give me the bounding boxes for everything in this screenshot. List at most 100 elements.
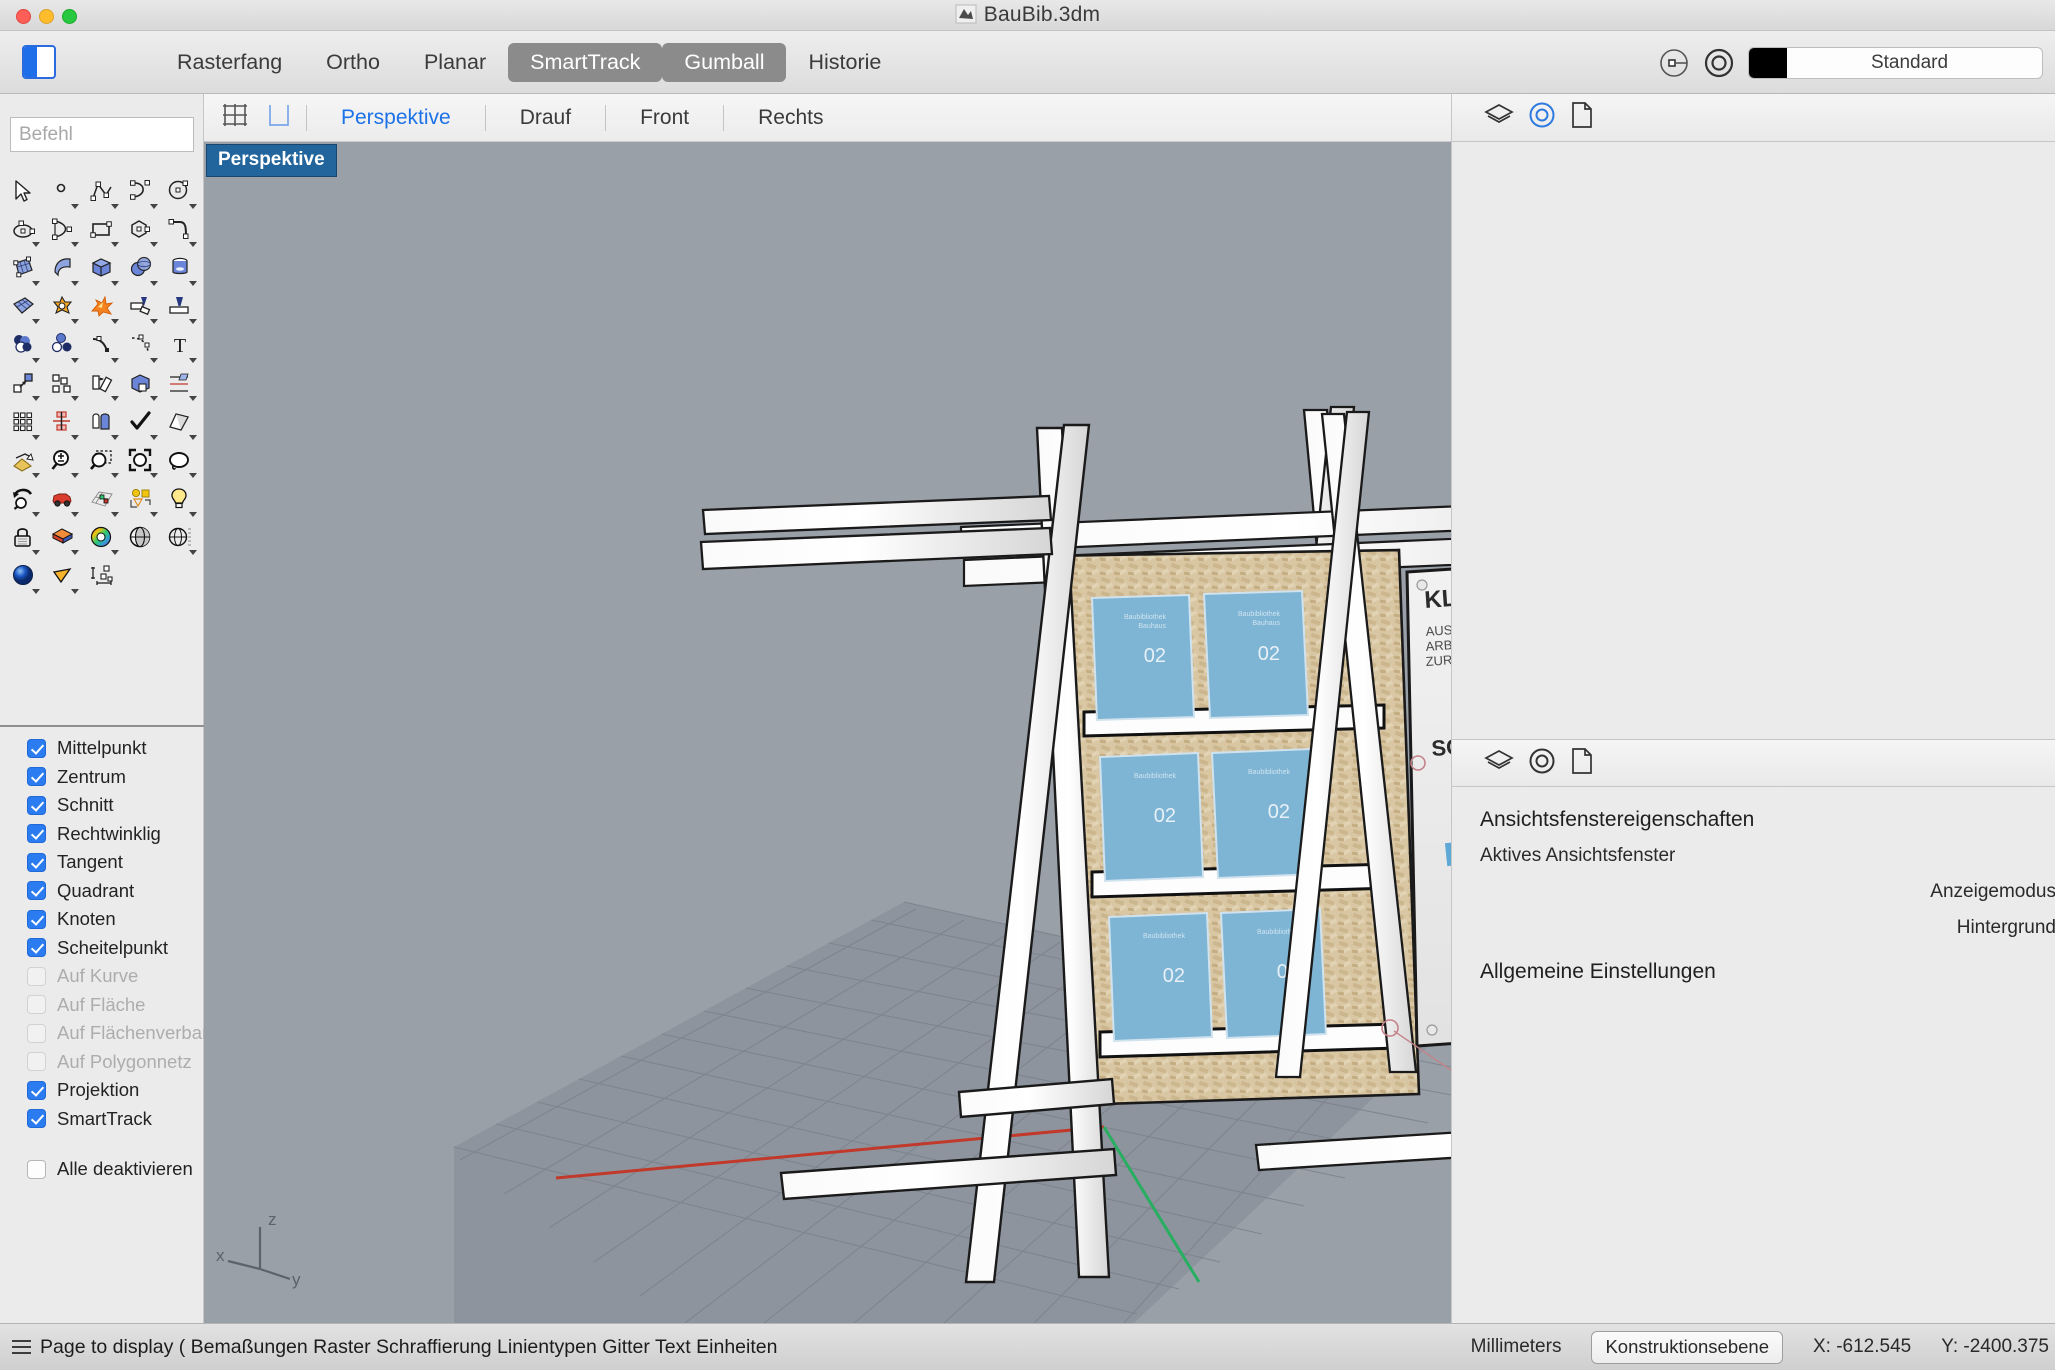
select-arrow-icon[interactable]	[4, 172, 43, 211]
osnap-checkbox[interactable]	[27, 1052, 46, 1072]
circle-icon[interactable]	[161, 172, 200, 211]
box-edit-icon[interactable]	[122, 365, 161, 404]
toolbar-item-ortho[interactable]: Ortho	[304, 43, 402, 82]
sphere-icon[interactable]	[122, 249, 161, 288]
osnap-checkbox[interactable]	[27, 767, 46, 787]
boolean-union-icon[interactable]	[43, 288, 82, 327]
toolbar-item-planar[interactable]: Planar	[402, 43, 508, 82]
lasso-select-icon[interactable]	[161, 442, 200, 481]
explode-icon[interactable]	[82, 288, 121, 327]
render-preview-icon[interactable]	[4, 557, 43, 596]
box-icon[interactable]	[82, 249, 121, 288]
sidebar-toggle-icon[interactable]	[22, 45, 56, 79]
osnap-projektion[interactable]: Projektion	[0, 1076, 204, 1105]
osnap-checkbox[interactable]	[27, 881, 46, 901]
viewport-tab-perspektive[interactable]: Perspektive	[321, 106, 471, 130]
move-icon[interactable]	[4, 365, 43, 404]
zoom-extents-icon[interactable]	[122, 442, 161, 481]
construction-plane-button[interactable]: Konstruktionsebene	[1591, 1330, 1783, 1364]
page-icon[interactable]	[1570, 101, 1594, 134]
layers-icon[interactable]	[1484, 102, 1514, 133]
target-circle-icon[interactable]	[1528, 747, 1556, 780]
osnap-checkbox[interactable]	[27, 1080, 46, 1100]
undo-view-icon[interactable]	[4, 480, 43, 519]
osnap-checkbox[interactable]	[27, 995, 46, 1015]
osnap-disable-all[interactable]: Alle deaktivieren	[0, 1155, 204, 1184]
cap-icon[interactable]	[161, 288, 200, 327]
osnap-mittelpunkt[interactable]: Mittelpunkt	[0, 734, 204, 763]
surface-loft-icon[interactable]	[43, 249, 82, 288]
render-settings-icon[interactable]	[161, 519, 200, 558]
ellipse-icon[interactable]	[4, 211, 43, 250]
color-wheel-icon[interactable]	[82, 519, 121, 558]
osnap-checkbox[interactable]	[27, 852, 46, 872]
layer-material-icon[interactable]	[43, 519, 82, 558]
zoom-window-icon[interactable]	[82, 442, 121, 481]
polyline-icon[interactable]	[82, 172, 121, 211]
osnap-checkbox[interactable]	[27, 938, 46, 958]
osnap-checkbox[interactable]	[27, 1109, 46, 1129]
hamburger-icon[interactable]	[12, 1339, 31, 1355]
fillet-curve-icon[interactable]	[161, 211, 200, 250]
select-by-type-icon[interactable]	[122, 480, 161, 519]
osnap-checkbox[interactable]	[27, 1023, 46, 1043]
array-icon[interactable]	[161, 365, 200, 404]
osnap-quadrant[interactable]: Quadrant	[0, 877, 204, 906]
surface-from-points-icon[interactable]	[4, 249, 43, 288]
osnap-tangent[interactable]: Tangent	[0, 848, 204, 877]
zoom-in-out-icon[interactable]	[43, 442, 82, 481]
target-circle-icon[interactable]	[1703, 47, 1735, 79]
viewport-tab-front[interactable]: Front	[620, 106, 709, 130]
osnap-checkbox[interactable]	[27, 909, 46, 929]
osnap-checkbox[interactable]	[27, 966, 46, 986]
check-icon[interactable]	[122, 403, 161, 442]
scale-icon[interactable]	[82, 403, 121, 442]
rectangle-icon[interactable]	[82, 211, 121, 250]
text-icon[interactable]: T	[161, 326, 200, 365]
blend-curve-icon[interactable]	[122, 326, 161, 365]
page-icon[interactable]	[1570, 747, 1594, 780]
single-view-layout-icon[interactable]	[266, 101, 292, 134]
toolbar-item-rasterfang[interactable]: Rasterfang	[155, 43, 304, 82]
osnap-schnitt[interactable]: Schnitt	[0, 791, 204, 820]
polygon-icon[interactable]	[122, 211, 161, 250]
cylinder-icon[interactable]	[161, 249, 200, 288]
osnap-rechtwinklig[interactable]: Rechtwinklig	[0, 820, 204, 849]
four-view-layout-icon[interactable]	[220, 101, 250, 134]
paint-bucket-icon[interactable]	[4, 442, 43, 481]
viewport-label[interactable]: Perspektive	[206, 144, 337, 177]
named-view-icon[interactable]	[43, 480, 82, 519]
command-input-wrapper[interactable]	[10, 117, 194, 152]
render-mesh-icon[interactable]	[122, 519, 161, 558]
osnap-smarttrack[interactable]: SmartTrack	[0, 1105, 204, 1134]
array-grid-icon[interactable]	[4, 403, 43, 442]
perspective-viewport[interactable]: Perspektive 02 Baubibliothek Bauhaus 02 …	[204, 142, 1451, 1323]
split-icon[interactable]	[122, 288, 161, 327]
arc-icon[interactable]	[43, 211, 82, 250]
mirror-icon[interactable]	[43, 403, 82, 442]
toolbar-item-historie[interactable]: Historie	[786, 43, 903, 82]
shear-icon[interactable]	[161, 403, 200, 442]
osnap-auf-kurve[interactable]: Auf Kurve	[0, 962, 204, 991]
command-input[interactable]	[19, 123, 185, 146]
toolbar-item-gumball[interactable]: Gumball	[662, 43, 787, 82]
rotate-icon[interactable]	[82, 365, 121, 404]
osnap-checkbox[interactable]	[27, 824, 46, 844]
osnap-auf-polygonnetz[interactable]: Auf Polygonnetz	[0, 1048, 204, 1077]
grid-settings-icon[interactable]	[82, 480, 121, 519]
offset-curve-icon[interactable]	[82, 326, 121, 365]
target-circle-icon[interactable]	[1528, 101, 1556, 134]
light-icon[interactable]	[161, 480, 200, 519]
osnap-knoten[interactable]: Knoten	[0, 905, 204, 934]
curve-icon[interactable]	[122, 172, 161, 211]
record-history-icon[interactable]	[1658, 47, 1690, 79]
osnap-zentrum[interactable]: Zentrum	[0, 763, 204, 792]
dimension-icon[interactable]	[82, 557, 121, 596]
osnap-checkbox[interactable]	[27, 738, 46, 758]
viewport-tab-drauf[interactable]: Drauf	[500, 106, 591, 130]
boolean-difference-icon[interactable]	[43, 326, 82, 365]
viewport-tab-rechts[interactable]: Rechts	[738, 106, 843, 130]
osnap-checkbox[interactable]	[27, 795, 46, 815]
surface-patch-icon[interactable]	[4, 288, 43, 327]
lock-layer-icon[interactable]	[4, 519, 43, 558]
